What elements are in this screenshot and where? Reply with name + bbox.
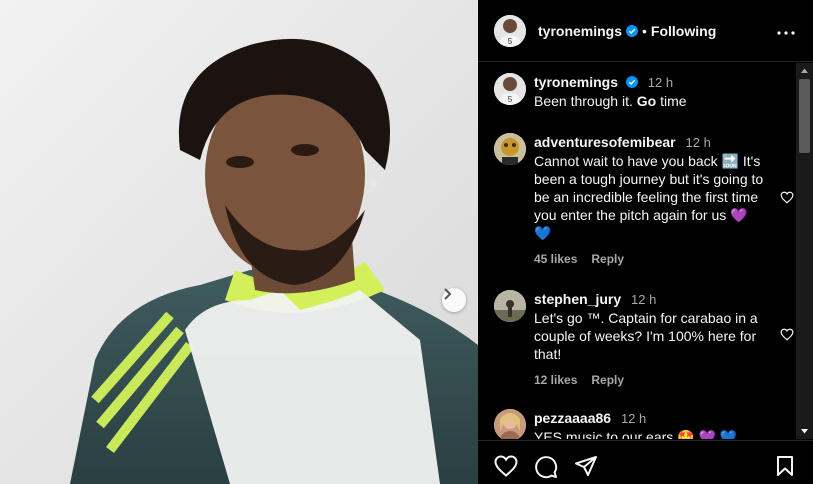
scroll-up-arrow-icon[interactable] [800, 66, 809, 75]
avatar-image: 5 [494, 14, 526, 47]
comment-username[interactable]: stephen_jury [534, 291, 621, 307]
like-heart-icon[interactable] [494, 455, 518, 482]
comment-text: Cannot wait to have you back 🔜 It's been… [534, 152, 764, 242]
player-photo-illustration [0, 0, 478, 484]
avatar[interactable]: 5 [494, 73, 526, 105]
comment-username[interactable]: pezzaaaa86 [534, 410, 611, 426]
soon-emoji: 🔜 [721, 153, 739, 169]
comment-time: 12 h [631, 292, 657, 307]
reply-button[interactable]: Reply [591, 252, 624, 266]
like-comment-heart-icon[interactable] [780, 328, 794, 346]
caption-text-bold: Go [636, 93, 657, 109]
post-header: 5 tyronemings • Following [478, 0, 813, 62]
post-author-username[interactable]: tyronemings [538, 23, 622, 39]
caption-text-start: Been through it. [534, 93, 637, 109]
comment-text: YES music to our ears 🤩 💜 💙 [534, 429, 738, 439]
avatar[interactable]: 5 [494, 14, 526, 47]
comment-text: Let's go ™. Captain for carabao in a cou… [534, 310, 758, 362]
svg-text:5: 5 [508, 95, 513, 104]
post-photo [0, 0, 478, 484]
reply-button[interactable]: Reply [591, 373, 624, 387]
share-send-icon[interactable] [574, 455, 598, 482]
avatar[interactable] [494, 290, 526, 322]
comments-scrollbar[interactable] [796, 63, 813, 439]
comment-bubble-icon[interactable] [534, 455, 558, 484]
comment-text-part: Cannot wait to have you back [534, 153, 718, 169]
svg-text:5: 5 [508, 37, 513, 46]
separator-dot: • [642, 22, 647, 39]
scrollbar-thumb[interactable] [799, 79, 810, 153]
comment-text: Been through it. Go time [534, 92, 764, 110]
comment-username[interactable]: adventuresofemibear [534, 134, 676, 150]
comments-panel: 5 tyronemings • Following 5 tyronemings … [478, 0, 813, 484]
avatar[interactable] [494, 133, 526, 165]
chevron-right-icon [444, 288, 452, 300]
comment-time: 12 h [685, 135, 711, 150]
more-options-icon[interactable] [777, 22, 795, 40]
save-bookmark-icon[interactable] [775, 455, 795, 482]
likes-count[interactable]: 12 likes [534, 373, 577, 387]
caption-text-end: time [656, 93, 687, 109]
comment-username[interactable]: tyronemings [534, 74, 618, 90]
verified-badge-icon [625, 76, 638, 88]
post-actions-bar [478, 440, 813, 484]
avatar[interactable] [494, 409, 526, 439]
verified-badge-icon [626, 24, 639, 37]
likes-count[interactable]: 45 likes [534, 252, 577, 266]
comment-time: 12 h [647, 75, 674, 90]
scroll-down-arrow-icon[interactable] [800, 427, 809, 436]
like-comment-heart-icon[interactable] [780, 191, 794, 209]
next-image-button[interactable] [442, 288, 466, 312]
comments-list: 5 tyronemings 12 h Been through it. Go t… [478, 63, 796, 439]
comment-time: 12 h [620, 411, 647, 426]
following-button[interactable]: Following [651, 23, 716, 39]
